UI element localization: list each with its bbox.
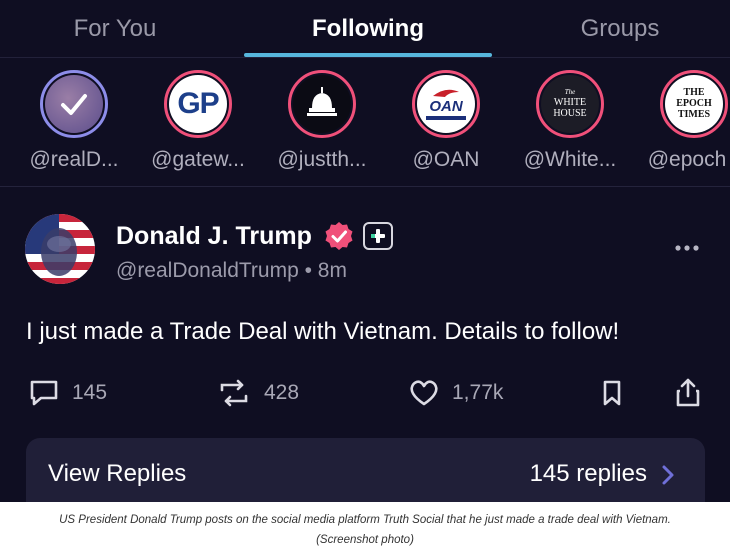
logo-bar [426,116,466,120]
like-button[interactable]: 1,77k [408,376,503,410]
plus-icon [371,229,385,243]
logo-text: HOUSE [553,108,587,119]
post-author-name[interactable]: Donald J. Trump [116,222,312,251]
tab-following[interactable]: Following [244,14,492,44]
logo-text: The [564,88,576,96]
truth-social-screen: For You Following Groups @realD... GP @g… [0,0,730,502]
account-handle: @White... [523,148,617,171]
retruth-button[interactable]: 428 [216,376,299,410]
avatar[interactable] [25,214,95,284]
followed-account[interactable]: THE EPOCH TIMES @epoch [632,70,730,180]
tab-groups[interactable]: Groups [545,14,695,44]
gp-logo: GP [177,87,219,120]
checkmark-icon [61,94,87,115]
account-handle: @OAN [412,148,480,171]
reply-button[interactable]: 145 [28,376,107,410]
retruth-icon [220,379,248,407]
logo-text: WHITE [553,97,587,108]
more-options-icon[interactable] [672,238,702,258]
avatar: The WHITE HOUSE [536,70,604,138]
divider [0,57,730,58]
share-icon [676,378,700,407]
logo-text: EPOCH [676,98,712,109]
account-handle: @realD... [29,148,119,171]
caption-line: (Screenshot photo) [316,534,414,546]
account-handle: @justth... [277,148,367,171]
post-text: I just made a Trade Deal with Vietnam. D… [26,318,620,345]
followed-account[interactable]: @justth... [260,70,380,180]
bookmark-icon [603,380,621,406]
verified-badge-icon [325,222,353,250]
post-author-meta: @realDonaldTrump • 8m [116,259,347,282]
share-button[interactable] [674,376,702,410]
heart-icon [410,380,438,406]
view-replies-card[interactable]: View Replies 145 replies [26,438,705,502]
followed-account[interactable]: @realD... [12,70,132,180]
feed-tabs: For You Following Groups [0,0,730,58]
tab-for-you[interactable]: For You [40,14,190,44]
oan-logo: OAN [429,98,463,115]
divider [0,186,730,187]
like-count: 1,77k [452,381,504,404]
chevron-right-icon [662,465,674,485]
comment-icon [30,380,58,406]
avatar [288,70,356,138]
reply-count: 145 [72,381,108,404]
view-replies-label: View Replies [48,460,187,487]
capitol-dome-icon [307,87,337,116]
avatar: GP [164,70,232,138]
followed-account[interactable]: OAN @OAN [384,70,504,180]
avatar [40,70,108,138]
logo-text: TIMES [677,109,711,120]
replies-count: 145 replies [529,460,647,487]
avatar: OAN [412,70,480,138]
followed-account[interactable]: GP @gatew... [136,70,256,180]
logo-text: THE [683,87,705,98]
account-handle: @epoch [647,148,727,171]
truth-plus-badge [363,222,393,250]
image-caption: US President Donald Trump posts on the s… [0,510,730,550]
bookmark-button[interactable] [600,376,624,410]
retruth-count: 428 [264,381,300,404]
flag-portrait-image [25,214,95,284]
caption-line: US President Donald Trump posts on the s… [59,514,671,526]
avatar: THE EPOCH TIMES [660,70,728,138]
followed-account[interactable]: The WHITE HOUSE @White... [508,70,628,180]
eagle-icon [433,89,459,97]
account-handle: @gatew... [151,148,245,171]
